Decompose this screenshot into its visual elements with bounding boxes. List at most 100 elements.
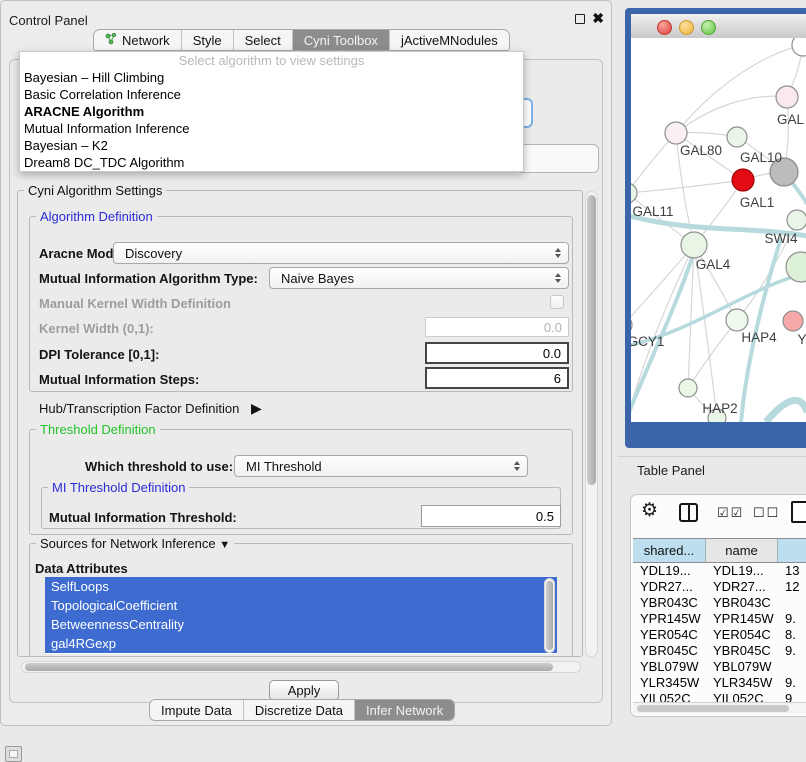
table-row[interactable]: YPR145WYPR145W9. — [633, 610, 806, 626]
table-row[interactable]: YBR043CYBR043C — [633, 594, 806, 610]
network-node-label: Y — [797, 332, 806, 347]
algorithm-option[interactable]: Mutual Information Inference — [20, 120, 523, 137]
table-panel: ⚙ ☑☑ ☐☐ shared... name YDL19...YDL19...1… — [630, 494, 806, 717]
table-cell — [778, 594, 806, 610]
network-node-label: SWI4 — [764, 231, 797, 246]
close-icon[interactable]: ✖ — [592, 10, 604, 27]
data-attribute-item[interactable]: SelfLoops — [45, 577, 557, 596]
algorithm-option[interactable]: ARACNE Algorithm — [20, 103, 523, 120]
network-node[interactable] — [783, 311, 803, 331]
tab-impute-data[interactable]: Impute Data — [150, 700, 244, 720]
chevron-down-icon: ▼ — [219, 539, 230, 551]
algorithm-option[interactable]: Bayesian – K2 — [20, 137, 523, 154]
tab-jactivemnodules[interactable]: jActiveMNodules — [390, 30, 509, 50]
network-node[interactable] — [732, 169, 754, 191]
network-node[interactable] — [665, 122, 687, 144]
tab-label: Cyni Toolbox — [304, 33, 378, 48]
table-row[interactable]: YER054CYER054C8. — [633, 626, 806, 642]
stepper-arrows-icon — [514, 461, 520, 471]
algorithm-option[interactable]: Bayesian – Hill Climbing — [20, 69, 523, 86]
column-header-shared-name[interactable]: shared... — [633, 539, 706, 562]
algorithm-option-list: Bayesian – Hill ClimbingBasic Correlatio… — [20, 69, 523, 171]
column-header-clipped[interactable] — [778, 539, 806, 562]
table-row[interactable]: YLR345WYLR345W9. — [633, 674, 806, 690]
table-cell: YER054C — [633, 626, 706, 642]
which-threshold-label: Which threshold to use: — [85, 459, 233, 474]
mi-steps-field[interactable]: 6 — [425, 367, 569, 389]
close-traffic-light[interactable] — [657, 20, 672, 35]
apply-button-label: Apply — [288, 683, 321, 698]
settings-scrollbar[interactable] — [585, 191, 598, 657]
field-value: 0.0 — [544, 320, 562, 335]
tab-select[interactable]: Select — [234, 30, 293, 50]
tab-discretize-data[interactable]: Discretize Data — [244, 700, 355, 720]
table-row[interactable]: YBL079WYBL079W — [633, 658, 806, 674]
deselect-all-checkboxes-icon[interactable]: ☐☐ — [753, 505, 780, 521]
gear-icon[interactable]: ⚙ — [641, 499, 658, 522]
hub-tf-definition-toggle[interactable]: Hub/Transcription Factor Definition ▶ — [39, 400, 262, 417]
tab-infer-network[interactable]: Infer Network — [355, 700, 454, 720]
field-value: 0.5 — [536, 509, 554, 524]
algorithm-option[interactable]: Basic Correlation Inference — [20, 86, 523, 103]
network-node[interactable] — [631, 316, 632, 334]
table-row[interactable]: YDL19...YDL19...13 — [633, 562, 806, 578]
network-node[interactable] — [776, 86, 798, 108]
new-table-icon[interactable] — [791, 501, 806, 523]
tab-label: jActiveMNodules — [401, 33, 498, 48]
manual-kernel-width-checkbox[interactable] — [550, 295, 564, 309]
network-graph[interactable]: GALGAL80GAL10GAL1GAL11SWI4GAL4GCY1HAP4YH… — [631, 38, 806, 422]
column-header-name[interactable]: name — [706, 539, 778, 562]
dropdown-placeholder: Select algorithm to view settings — [20, 52, 523, 69]
split-columns-icon[interactable] — [679, 503, 698, 522]
apply-button[interactable]: Apply — [269, 680, 339, 701]
network-window-titlebar[interactable] — [631, 14, 806, 39]
select-all-checkboxes-icon[interactable]: ☑☑ — [717, 505, 744, 521]
tab-cyni-toolbox[interactable]: Cyni Toolbox — [293, 30, 390, 50]
kernel-width-field[interactable]: 0.0 — [425, 317, 569, 337]
field-value: 6 — [554, 371, 561, 386]
tab-network[interactable]: Network — [94, 30, 182, 50]
table-hscrollbar[interactable] — [633, 702, 806, 714]
attributes-scrollbar[interactable] — [544, 578, 555, 653]
tab-label: Impute Data — [161, 703, 232, 718]
data-attribute-item[interactable]: TopologicalCoefficient — [45, 596, 557, 615]
network-node[interactable] — [681, 232, 707, 258]
table-cell: 13 — [778, 562, 806, 578]
sources-collapse-toggle[interactable]: Sources for Network Inference ▼ — [36, 536, 234, 551]
table-row[interactable]: YDR27...YDR27...12 — [633, 578, 806, 594]
mi-threshold-field[interactable]: 0.5 — [421, 505, 561, 527]
panel-dock-icon[interactable] — [5, 746, 22, 762]
algorithm-option[interactable]: Dream8 DC_TDC Algorithm — [20, 154, 523, 171]
inference-algorithm-combobox[interactable] — [524, 98, 533, 128]
table-cell: YDL19... — [706, 562, 778, 578]
network-node[interactable] — [787, 210, 806, 230]
network-node[interactable] — [792, 38, 806, 56]
float-window-icon[interactable] — [575, 14, 585, 24]
network-node[interactable] — [679, 379, 697, 397]
network-node-label: GAL10 — [740, 150, 782, 165]
table-cell: 9. — [778, 642, 806, 658]
network-node[interactable] — [726, 309, 748, 331]
table-cell: YBR043C — [633, 594, 706, 610]
group-title: Cyni Algorithm Settings — [24, 183, 166, 198]
settings-hscrollbar[interactable] — [21, 661, 581, 673]
mi-algorithm-type-combobox[interactable]: Naive Bayes — [269, 267, 569, 289]
table-cell: 8. — [778, 626, 806, 642]
mi-steps-label: Mutual Information Steps: — [39, 372, 199, 387]
data-attribute-item[interactable]: BetweennessCentrality — [45, 615, 557, 634]
table-data-combobox[interactable] — [517, 144, 599, 173]
aracne-mode-combobox[interactable]: Discovery — [113, 242, 569, 264]
dpi-tolerance-field[interactable]: 0.0 — [425, 342, 569, 364]
tab-label: Discretize Data — [255, 703, 343, 718]
network-node[interactable] — [727, 127, 747, 147]
data-attribute-item[interactable]: gal4RGexp — [45, 634, 557, 653]
tab-style[interactable]: Style — [182, 30, 234, 50]
table-row[interactable]: YBR045CYBR045C9. — [633, 642, 806, 658]
zoom-traffic-light[interactable] — [701, 20, 716, 35]
which-threshold-combobox[interactable]: MI Threshold — [234, 455, 528, 477]
group-title: Algorithm Definition — [36, 209, 157, 224]
minimize-traffic-light[interactable] — [679, 20, 694, 35]
data-attributes-label: Data Attributes — [35, 561, 128, 576]
table-row[interactable]: YIL052CYIL052C9 — [633, 690, 806, 702]
network-canvas[interactable]: GALGAL80GAL10GAL1GAL11SWI4GAL4GCY1HAP4YH… — [631, 38, 806, 422]
